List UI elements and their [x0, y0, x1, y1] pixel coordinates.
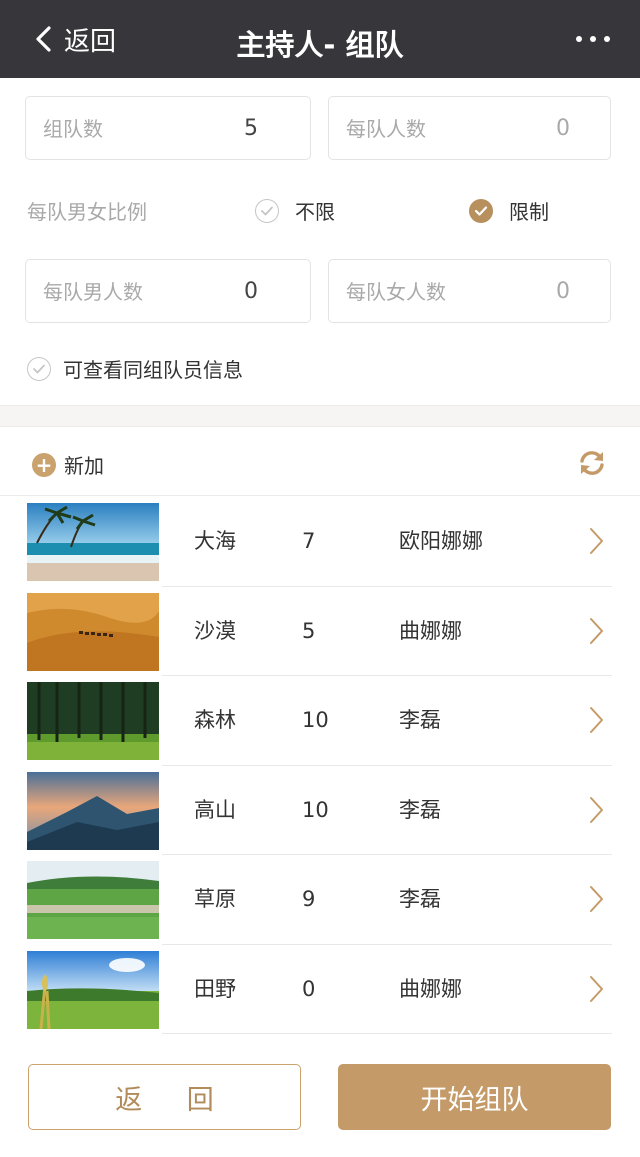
forest-photo — [27, 682, 159, 760]
team-leader: 李磊 — [399, 708, 441, 732]
team-leader: 欧阳娜娜 — [399, 529, 483, 553]
ratio-option-unlimited-label: 不限 — [295, 200, 335, 224]
team-list: 大海 7 欧阳娜娜 沙漠 5 曲娜娜 森林 10 李磊 高山 10 李磊 草原 … — [0, 497, 640, 1034]
per-team-value: 0 — [556, 116, 570, 141]
section-divider — [0, 405, 640, 427]
unchecked-circle-icon — [27, 356, 51, 381]
ratio-option-unlimited[interactable]: 不限 — [255, 196, 335, 225]
add-team-label: 新加 — [64, 454, 104, 478]
team-member-count: 0 — [302, 976, 316, 1001]
ratio-option-limited[interactable]: 限制 — [469, 196, 549, 225]
team-member-count: 9 — [302, 887, 316, 911]
plus-icon: + — [32, 452, 56, 477]
team-name: 高山 — [194, 797, 236, 822]
team-member-count: 7 — [302, 529, 316, 553]
back-button[interactable]: 返 回 — [28, 1064, 301, 1130]
add-team-button[interactable]: + 新加 — [32, 450, 104, 479]
team-count-field[interactable]: 组队数 5 — [25, 96, 311, 160]
team-leader: 曲娜娜 — [399, 618, 462, 643]
desert-camel-photo — [27, 592, 159, 671]
team-leader: 曲娜娜 — [399, 976, 462, 1001]
chevron-right-icon — [590, 617, 603, 644]
start-team-button[interactable]: 开始组队 — [338, 1064, 611, 1130]
female-count-value: 0 — [556, 279, 570, 304]
field-wheat-photo — [27, 950, 159, 1029]
team-member-count: 10 — [302, 708, 329, 732]
chevron-right-icon — [590, 975, 603, 1002]
per-team-label: 每队人数 — [346, 117, 426, 141]
chevron-right-icon — [590, 886, 603, 912]
navbar: 返回 主持人- 组队 — [0, 0, 640, 78]
ratio-label: 每队男女比例 — [27, 200, 147, 224]
unchecked-circle-icon — [255, 198, 279, 223]
female-count-field[interactable]: 每队女人数 0 — [328, 259, 611, 323]
team-row[interactable]: 大海 7 欧阳娜娜 — [0, 497, 640, 587]
team-name: 沙漠 — [194, 618, 236, 643]
more-icon[interactable] — [576, 24, 610, 54]
team-row[interactable]: 草原 9 李磊 — [0, 855, 640, 945]
ratio-option-limited-label: 限制 — [509, 200, 549, 224]
chevron-right-icon — [590, 796, 603, 823]
chevron-right-icon — [590, 707, 603, 733]
team-count-value: 5 — [244, 116, 258, 141]
team-row[interactable]: 森林 10 李磊 — [0, 676, 640, 766]
team-list-toolbar: + 新加 — [0, 428, 640, 496]
male-count-value: 0 — [244, 279, 258, 304]
team-name: 草原 — [194, 887, 236, 911]
view-members-label: 可查看同组队员信息 — [63, 358, 243, 382]
view-members-checkbox[interactable]: 可查看同组队员信息 — [27, 354, 243, 383]
chevron-right-icon — [590, 528, 603, 554]
team-name: 田野 — [194, 976, 236, 1001]
team-leader: 李磊 — [399, 887, 441, 911]
male-count-field[interactable]: 每队男人数 0 — [25, 259, 311, 323]
refresh-icon[interactable] — [578, 449, 606, 477]
sea-palm-photo — [27, 503, 159, 581]
per-team-field[interactable]: 每队人数 0 — [328, 96, 611, 160]
page-title: 主持人- 组队 — [236, 28, 404, 62]
team-member-count: 10 — [302, 797, 329, 822]
team-row[interactable]: 田野 0 曲娜娜 — [0, 945, 640, 1035]
team-name: 森林 — [194, 708, 236, 732]
team-row[interactable]: 高山 10 李磊 — [0, 766, 640, 856]
male-count-label: 每队男人数 — [43, 280, 143, 304]
team-member-count: 5 — [302, 618, 316, 643]
team-name: 大海 — [194, 529, 236, 553]
grassland-sheep-photo — [27, 861, 159, 939]
team-leader: 李磊 — [399, 797, 441, 822]
team-row[interactable]: 沙漠 5 曲娜娜 — [0, 587, 640, 677]
checked-circle-icon — [469, 198, 493, 223]
female-count-label: 每队女人数 — [346, 280, 446, 304]
mountain-photo — [27, 771, 159, 850]
team-count-label: 组队数 — [43, 117, 103, 141]
